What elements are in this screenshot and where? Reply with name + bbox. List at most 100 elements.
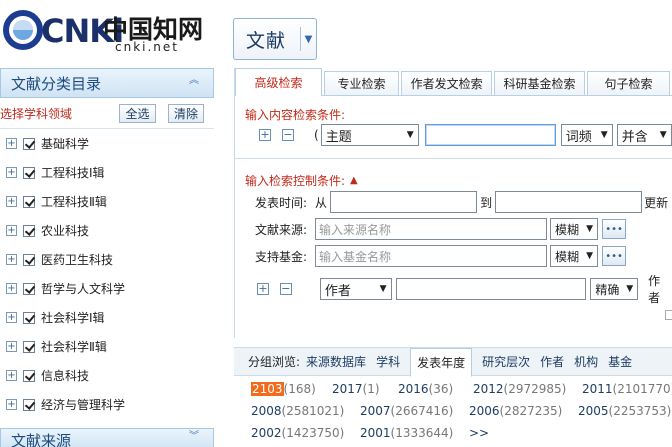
expand-icon[interactable]: + — [6, 225, 17, 236]
expand-icon[interactable]: + — [6, 312, 17, 323]
expand-icon[interactable]: + — [6, 283, 17, 294]
category-checkbox[interactable] — [23, 224, 35, 237]
category-label: 工程科技Ⅰ辑 — [41, 166, 105, 180]
group-item-subject[interactable]: 学科 — [376, 353, 400, 370]
year-link[interactable]: 2016(36) — [398, 382, 453, 396]
year-link[interactable]: 2007(2667416) — [360, 404, 453, 418]
expand-icon[interactable]: + — [6, 370, 17, 381]
category-checkbox[interactable] — [23, 398, 35, 411]
group-item-level[interactable]: 研究层次 — [482, 353, 530, 370]
date-to-input[interactable] — [495, 191, 643, 213]
add-row-icon[interactable]: + — [257, 283, 269, 295]
category-item[interactable]: + 信息科技 — [0, 361, 214, 390]
author-input[interactable] — [395, 278, 587, 300]
expand-icon[interactable]: + — [6, 254, 17, 265]
tab-author-search[interactable]: 作者发文检索 — [401, 71, 493, 95]
year-link[interactable]: 2001(1333644) — [360, 426, 453, 440]
expand-icon[interactable]: + — [6, 138, 17, 149]
year-link[interactable]: 2103(168) — [251, 382, 316, 396]
match-mode-select[interactable]: 词频 ▼ — [560, 124, 613, 146]
category-checkbox[interactable] — [23, 166, 35, 179]
option-checkbox[interactable] — [665, 310, 672, 320]
keyword-input[interactable] — [424, 124, 556, 146]
category-checkbox[interactable] — [23, 137, 35, 150]
category-item[interactable]: + 医药卫生科技 — [0, 245, 214, 274]
group-item-author[interactable]: 作者 — [540, 353, 564, 370]
expand-icon[interactable]: + — [6, 167, 17, 178]
chevron-down-icon[interactable]: ▼ — [300, 27, 316, 51]
year-list: 2103(168) 2017(1) 2016(36) 2012(2972985)… — [234, 376, 672, 446]
category-item[interactable]: + 基础科学 — [0, 129, 214, 158]
source-match-select[interactable]: 模糊 ▼ — [550, 218, 599, 240]
group-item-org[interactable]: 机构 — [574, 353, 598, 370]
collapse-triangle-icon[interactable]: ▲ — [350, 175, 358, 186]
combine-select[interactable]: 并含 ▼ — [616, 124, 672, 146]
select-all-button[interactable]: 全选 — [119, 104, 156, 123]
fund-picker-button[interactable]: ••• — [602, 246, 627, 266]
group-browse: 分组浏览: 来源数据库 学科 发表年度 研究层次 作者 机构 基金 2103(1… — [234, 347, 672, 447]
category-label: 医药卫生科技 — [41, 253, 114, 267]
page: CNKi 中国知网 cnki.net 文献 ▼ 文献分类目录 ︽ 选择学科领域 … — [0, 0, 672, 447]
category-checkbox[interactable] — [23, 311, 35, 324]
expand-icon[interactable]: + — [6, 341, 17, 352]
add-row-icon[interactable]: + — [259, 129, 271, 141]
category-checkbox[interactable] — [23, 253, 35, 266]
year-link[interactable]: 2002(1423750) — [251, 426, 344, 440]
field-select[interactable]: 主题 ▼ — [320, 124, 419, 146]
category-checkbox[interactable] — [23, 282, 35, 295]
expand-icon[interactable]: + — [6, 399, 17, 410]
category-checkbox[interactable] — [23, 340, 35, 353]
group-item-fund[interactable]: 基金 — [608, 353, 632, 370]
publish-time-label: 发表时间: — [255, 195, 308, 210]
year-link[interactable]: 2005(2253753) — [578, 404, 671, 418]
fund-input[interactable]: 输入基金名称 — [315, 245, 548, 267]
category-label: 社会科学Ⅰ辑 — [41, 311, 105, 325]
category-item[interactable]: + 社会科学Ⅱ辑 — [0, 332, 214, 361]
year-link[interactable]: 2017(1) — [332, 382, 380, 396]
expand-icon[interactable]: + — [6, 196, 17, 207]
tab-fund-search[interactable]: 科研基金检索 — [494, 71, 585, 95]
author-match-select[interactable]: 精确 ▼ — [590, 278, 639, 300]
to-label: 到 — [480, 195, 493, 210]
category-item[interactable]: + 工程科技Ⅰ辑 — [0, 158, 214, 187]
tab-expert-search[interactable]: 专业检索 — [323, 71, 400, 95]
category-checkbox[interactable] — [23, 369, 35, 382]
doc-type-select[interactable]: 文献 ▼ — [233, 18, 317, 60]
source-picker-button[interactable]: ••• — [602, 219, 627, 239]
expand-down-icon[interactable]: ︾ — [187, 432, 201, 447]
fund-row: 支持基金: 输入基金名称 模糊 ▼ ••• — [255, 245, 627, 267]
remove-row-icon[interactable]: − — [282, 129, 294, 141]
content-search-title: 输入内容检索条件: — [245, 108, 346, 122]
date-from-input[interactable] — [330, 191, 478, 213]
more-years-link[interactable]: >> — [469, 426, 489, 440]
clear-button[interactable]: 清除 — [168, 104, 204, 123]
collapse-up-icon[interactable]: ︽ — [187, 76, 201, 91]
tab-advanced-search[interactable]: 高级检索 — [235, 68, 322, 96]
group-browse-bar: 分组浏览: 来源数据库 学科 发表年度 研究层次 作者 机构 基金 — [234, 348, 672, 377]
year-link[interactable]: 2012(2972985) — [473, 382, 566, 396]
sidebar-header: 文献分类目录 ︽ — [0, 68, 214, 98]
cnki-logo[interactable]: CNKi 中国知网 cnki.net — [3, 4, 203, 56]
remove-row-icon[interactable]: − — [279, 283, 292, 295]
publish-time-row: 发表时间: 从 到 更新 — [255, 191, 668, 213]
source-panel-header[interactable]: 文献来源 ︾ — [0, 428, 214, 447]
category-item[interactable]: + 经济与管理科学 — [0, 390, 214, 419]
source-input[interactable]: 输入来源名称 — [315, 218, 548, 240]
caret-down-icon: ▼ — [586, 224, 594, 234]
year-link[interactable]: 2011(2101770) — [582, 382, 672, 396]
tab-sentence-search[interactable]: 句子检索 — [586, 71, 671, 95]
fund-label: 支持基金: — [255, 249, 308, 264]
year-link[interactable]: 2006(2827235) — [469, 404, 562, 418]
category-item[interactable]: + 农业科技 — [0, 216, 214, 245]
category-checkbox[interactable] — [23, 195, 35, 208]
caret-down-icon: ▼ — [586, 251, 594, 261]
author-field-select[interactable]: 作者 ▼ — [319, 278, 392, 300]
category-item[interactable]: + 哲学与人文科学 — [0, 274, 214, 303]
year-link[interactable]: 2008(2581021) — [251, 404, 344, 418]
category-label: 农业科技 — [41, 224, 90, 238]
group-item-year[interactable]: 发表年度 — [410, 348, 473, 377]
group-item-source-db[interactable]: 来源数据库 — [306, 353, 366, 370]
fund-match-select[interactable]: 模糊 ▼ — [550, 245, 599, 267]
category-item[interactable]: + 社会科学Ⅰ辑 — [0, 303, 214, 332]
category-item[interactable]: + 工程科技Ⅱ辑 — [0, 187, 214, 216]
